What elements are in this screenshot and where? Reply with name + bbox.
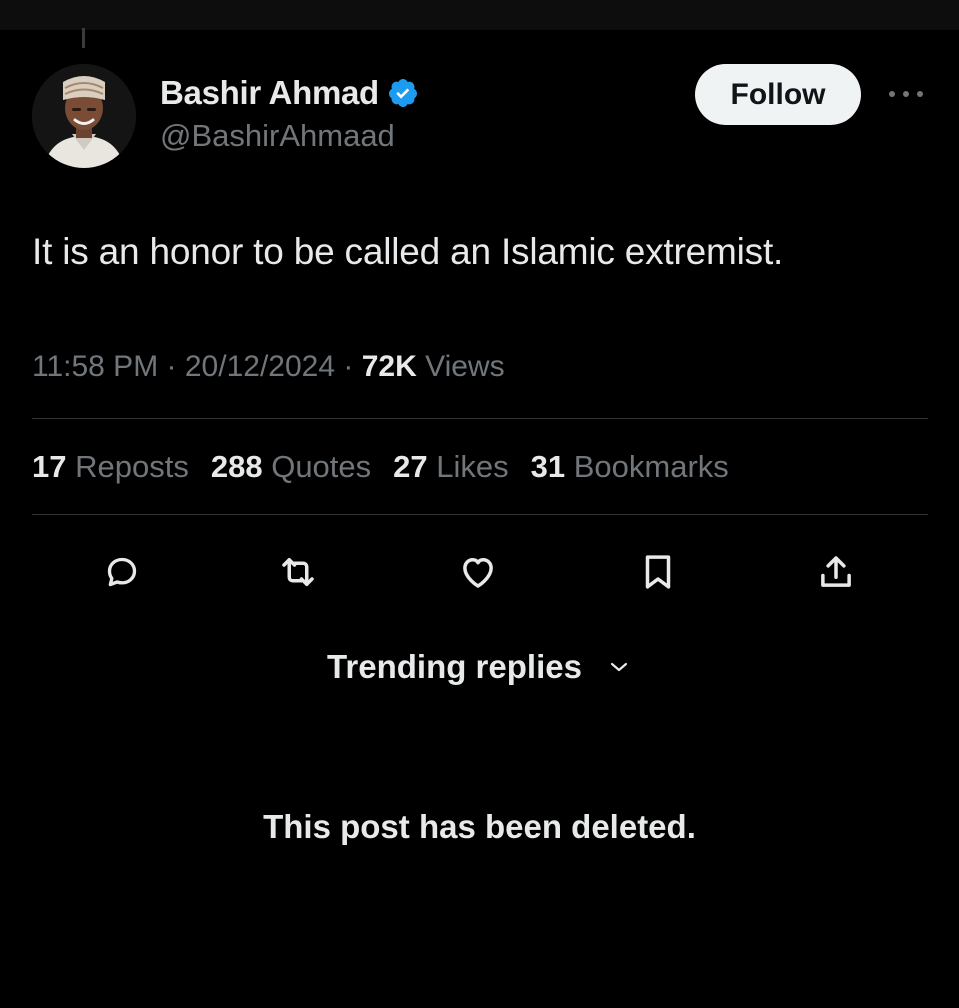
more-horizontal-icon [889,91,923,97]
views-count: 72K [361,350,417,383]
divider [32,514,928,515]
meta-separator: · [343,350,354,383]
user-avatar-icon [32,64,136,168]
stat-count: 17 [32,449,67,484]
meta-separator: · [166,350,177,383]
like-icon [463,558,493,588]
stat-label: Quotes [271,449,372,484]
action-bar [0,548,959,596]
tweet-time[interactable]: 11:58 PM [32,350,158,383]
reply-button[interactable] [98,548,146,596]
author-name-row[interactable]: Bashir Ahmad [160,74,419,112]
stat-label: Reposts [75,449,189,484]
tweet-meta: 11:58 PM · 20/12/2024 · 72K Views [32,350,505,384]
stat-label: Likes [436,449,509,484]
stat-likes[interactable]: 27 Likes [393,449,508,485]
bookmark-icon [645,555,671,589]
stat-reposts[interactable]: 17 Reposts [32,449,189,485]
chevron-down-icon [606,654,632,680]
like-button[interactable] [454,548,502,596]
engagement-stats: 17 Reposts 288 Quotes 27 Likes 31 Bookma… [32,449,751,485]
avatar[interactable] [32,64,136,168]
divider [32,418,928,419]
stat-count: 27 [393,449,428,484]
thread-line [82,28,85,48]
trending-replies-dropdown[interactable]: Trending replies [0,648,959,686]
stat-count: 288 [210,449,263,484]
repost-button[interactable] [274,548,322,596]
display-name[interactable]: Bashir Ahmad [160,74,379,112]
deleted-post-notice: This post has been deleted. [263,808,696,845]
share-icon [821,556,851,587]
repost-icon [282,558,314,586]
follow-button[interactable]: Follow [695,64,861,125]
stat-quotes[interactable]: 288 Quotes [211,449,371,485]
tweet-date[interactable]: 20/12/2024 [185,350,335,383]
verified-badge-icon[interactable] [387,77,419,109]
share-button[interactable] [812,548,860,596]
tweet-text: It is an honor to be called an Islamic e… [32,231,784,272]
stat-label: Bookmarks [573,449,729,484]
stat-count: 31 [530,449,566,484]
top-bar [0,0,959,30]
reply-icon [107,557,137,587]
stat-bookmarks[interactable]: 31 Bookmarks [531,449,729,485]
views-label: Views [425,350,505,383]
bookmark-button[interactable] [634,548,682,596]
trending-replies-label: Trending replies [327,648,582,685]
user-handle[interactable]: @BashirAhmaad [160,118,395,154]
more-options-button[interactable] [886,82,926,106]
